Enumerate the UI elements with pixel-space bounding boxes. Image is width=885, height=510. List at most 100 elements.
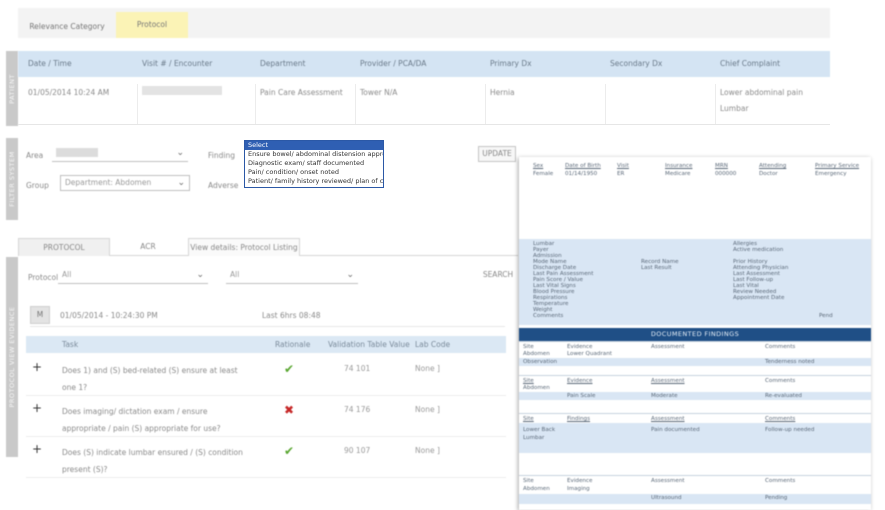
expand-icon[interactable]: + <box>32 401 42 415</box>
column-header[interactable]: Validation Table Value <box>328 340 410 349</box>
column-header[interactable]: Lab Code <box>415 340 450 349</box>
doc-cell: Assessment <box>651 378 685 384</box>
doc-cell: Comments <box>765 416 796 422</box>
doc-cell: Moderate <box>651 393 678 399</box>
document-overlay[interactable]: Sex Female Date of Birth 01/14/1950 Visi… <box>519 157 871 510</box>
divider <box>715 84 716 124</box>
group-select-value: Department: Abdomen <box>65 178 152 187</box>
column-header[interactable]: Date / Time <box>28 59 72 68</box>
doc-cell: Assessment <box>651 478 685 484</box>
table-row[interactable]: + Does 1) and (S) bed-related (S) ensure… <box>26 356 506 396</box>
doc-cell: Evidence <box>567 344 593 350</box>
doc-cell: Site <box>523 344 534 350</box>
doc-header-cell: Visit <box>617 163 629 169</box>
table-row[interactable]: + Does imaging/ dictation exam / ensure … <box>26 397 506 437</box>
listbox-option[interactable]: Diagnostic exam/ staff documented <box>245 159 383 168</box>
doc-header-sub: Female <box>533 171 554 177</box>
divider <box>519 475 871 476</box>
tab-protocol-list[interactable]: PROTOCOL <box>18 238 110 256</box>
doc-cell: Abdomen <box>523 351 550 357</box>
doc-header-cell: Sex <box>533 163 544 169</box>
doc-header-sub: Doctor <box>759 171 778 177</box>
divider <box>18 124 830 125</box>
doc-cell: Site <box>523 416 534 422</box>
doc-cell: Re-evaluated <box>765 393 802 399</box>
column-header[interactable]: Visit # / Encounter <box>142 59 212 68</box>
column-header[interactable]: Secondary Dx <box>610 59 662 68</box>
column-header[interactable]: Primary Dx <box>490 59 532 68</box>
doc-cell: Follow-up needed <box>765 427 815 433</box>
divider <box>355 84 356 124</box>
doc-cell: Pain Scale <box>567 393 596 399</box>
row-code[interactable]: None ] <box>415 405 440 414</box>
update-button[interactable]: UPDATE <box>478 146 516 162</box>
doc-cell: Findings <box>567 416 591 422</box>
doc-section-title: DOCUMENTED FINDINGS <box>519 328 871 341</box>
column-header[interactable]: Task <box>62 340 78 349</box>
doc-header-cell: MRN <box>715 163 728 169</box>
divider <box>519 341 871 342</box>
doc-cell: Evidence <box>567 478 593 484</box>
month-badge[interactable]: M <box>30 306 50 324</box>
tab-relevance-category[interactable]: Relevance Category <box>18 16 116 38</box>
patient-grid-header: Date / Time Visit # / Encounter Departme… <box>18 51 830 77</box>
doc-cell: Site <box>523 478 534 484</box>
listbox-option[interactable]: Select <box>245 141 383 150</box>
column-header[interactable]: Provider / PCA/DA <box>360 59 426 68</box>
doc-info-value: Pend <box>819 313 833 319</box>
row-value: 74 101 <box>344 364 371 373</box>
expand-icon[interactable]: + <box>32 442 42 456</box>
doc-header-sub: Emergency <box>815 171 847 177</box>
row-code[interactable]: None ] <box>415 446 440 455</box>
protocol-select-1-value: All <box>62 270 72 279</box>
patient-row[interactable]: 01/05/2014 10:24 AM Pain Care Assessment… <box>18 84 830 124</box>
doc-cell: Comments <box>765 478 796 484</box>
table-row[interactable]: + Does (S) indicate lumbar ensured / (S)… <box>26 438 506 478</box>
tab-acr[interactable]: ACR <box>118 238 178 256</box>
doc-header-cell: Primary Service <box>815 163 860 169</box>
doc-cell: Assessment <box>651 344 685 350</box>
tab-view-details[interactable]: View details: Protocol Listing <box>188 238 300 256</box>
listbox-option[interactable]: Patient/ family history reviewed/ plan o… <box>245 177 383 186</box>
protocol-select-2[interactable]: All ⌄ <box>226 268 358 284</box>
chevron-down-icon: ⌄ <box>196 270 204 280</box>
protocol-tabs: PROTOCOL ACR View details: Protocol List… <box>18 234 518 256</box>
doc-cell: Assessment <box>651 416 685 422</box>
doc-cell: Imaging <box>567 486 590 492</box>
side-label-patient: PATIENT <box>6 51 18 126</box>
row-value: 74 176 <box>344 405 371 414</box>
area-select[interactable]: Emergency ⌄ <box>52 146 188 162</box>
doc-info-right: Active medication <box>733 247 784 253</box>
protocol-filter-label: Protocol <box>28 273 59 282</box>
doc-cell: Tenderness noted <box>765 359 815 365</box>
finding-listbox[interactable]: Select Ensure bowel/ abdominal distensio… <box>244 140 384 188</box>
doc-cell: Lower Back <box>523 427 556 433</box>
row-code[interactable]: None ] <box>415 364 440 373</box>
date-bar: M 01/05/2014 - 10:24:30 PM Last 6hrs 08:… <box>30 303 505 327</box>
doc-cell: Abdomen <box>523 385 550 391</box>
divider <box>485 84 486 124</box>
row-task: Does (S) indicate lumbar ensured / (S) c… <box>62 448 243 474</box>
finding-label: Finding <box>208 151 235 160</box>
column-header[interactable]: Department <box>260 59 305 68</box>
side-label-protocol: PROTOCOL VIEW EVIDENCE <box>6 257 18 457</box>
doc-cell: Pain documented <box>651 427 700 433</box>
row-task: Does 1) and (S) bed-related (S) ensure a… <box>62 366 238 392</box>
date-bar-date: 01/05/2014 - 10:24:30 PM <box>60 311 158 320</box>
chevron-down-icon: ⌄ <box>176 148 184 158</box>
doc-info-right: Appointment Date <box>733 295 785 301</box>
protocol-select-1[interactable]: All ⌄ <box>58 268 208 284</box>
column-header[interactable]: Rationale <box>275 340 310 349</box>
divider <box>137 84 138 124</box>
search-button[interactable]: SEARCH <box>478 268 518 284</box>
patient-department: Pain Care Assessment <box>260 88 343 97</box>
expand-icon[interactable]: + <box>32 360 42 374</box>
group-select[interactable]: Department: Abdomen ⌄ <box>60 175 190 191</box>
listbox-option[interactable]: Ensure bowel/ abdominal distension appro… <box>245 150 383 159</box>
protocol-select-2-value: All <box>230 270 240 279</box>
adverse-label: Adverse <box>208 181 239 190</box>
column-header[interactable]: Chief Complaint <box>720 59 780 68</box>
check-icon: ✔ <box>284 362 295 376</box>
listbox-option[interactable]: Pain/ condition/ onset noted <box>245 168 383 177</box>
tab-protocol[interactable]: Protocol <box>116 12 188 38</box>
